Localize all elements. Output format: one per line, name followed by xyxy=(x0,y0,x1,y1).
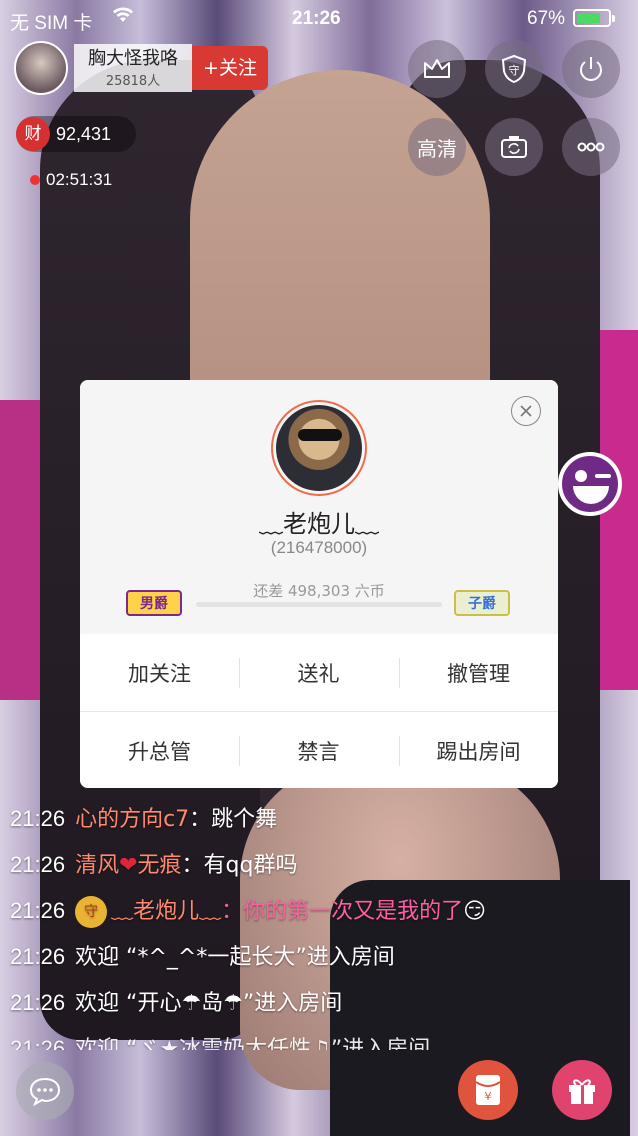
wealth-badge[interactable]: 财 92,431 xyxy=(16,116,136,152)
profile-name: ﹏老炮儿﹏ xyxy=(259,510,379,538)
emoji-icon[interactable] xyxy=(558,452,622,516)
revoke-admin-button[interactable]: 撤管理 xyxy=(399,634,558,711)
chat-text: 欢迎 “*^_^*一起长大”进入房间 xyxy=(75,945,395,970)
level-progress-bar xyxy=(196,602,442,607)
host-name: 胸大怪我咯 xyxy=(88,48,178,69)
chat-message: 21:26 欢迎 “ゞ★冰雪奶太任性♫”进入房间 xyxy=(10,1026,620,1050)
chat-message: 21:26 心的方向c7：跳个舞 xyxy=(10,796,620,842)
chat-icon xyxy=(29,1077,61,1106)
battery-icon xyxy=(573,9,615,27)
power-icon xyxy=(580,57,602,81)
mute-user-button[interactable]: 禁言 xyxy=(239,712,398,788)
wealth-value: 92,431 xyxy=(56,123,112,144)
guard-button[interactable]: 守 xyxy=(485,40,543,98)
chat-message: 21:26 清风❤无痕：有qq群吗 xyxy=(10,842,620,888)
chat-time: 21:26 xyxy=(10,990,66,1015)
red-packet-icon: ¥ xyxy=(475,1075,501,1105)
more-button[interactable] xyxy=(562,118,620,176)
rank-current-badge: 男爵 xyxy=(126,590,182,616)
svg-text:¥: ¥ xyxy=(485,1090,492,1103)
chat-time: 21:26 xyxy=(10,852,66,877)
clock: 21:26 xyxy=(292,8,341,29)
chat-button[interactable] xyxy=(16,1062,74,1120)
live-duration: 02:51:31 xyxy=(46,170,113,189)
wifi-icon xyxy=(112,6,134,29)
divider xyxy=(80,711,558,712)
promote-manager-button[interactable]: 升总管 xyxy=(80,712,239,788)
carrier-label: 无 SIM 卡 xyxy=(10,13,93,34)
more-icon xyxy=(577,142,605,152)
profile-actions: 加关注 送礼 撤管理 升总管 禁言 踢出房间 xyxy=(80,634,558,788)
red-packet-button[interactable]: ¥ xyxy=(458,1060,518,1120)
exit-button[interactable] xyxy=(562,40,620,98)
gift-icon xyxy=(569,1079,595,1104)
chat-text: 跳个舞 xyxy=(211,807,278,832)
guard-badge-icon: 守 xyxy=(75,896,108,928)
rank-next-badge: 子爵 xyxy=(454,590,510,616)
chat-separator: ： xyxy=(189,807,212,832)
host-card[interactable]: 胸大怪我咯 25818人 +关注 xyxy=(14,41,268,95)
crown-button[interactable] xyxy=(408,40,466,98)
chat-text: 你的第一次又是我的了 xyxy=(243,899,464,924)
switch-camera-button[interactable] xyxy=(485,118,543,176)
live-dot-icon xyxy=(30,175,40,185)
host-info[interactable]: 胸大怪我咯 25818人 xyxy=(74,44,192,92)
chat-text: 有qq群吗 xyxy=(203,853,298,878)
chat-time: 21:26 xyxy=(10,806,66,831)
gift-button[interactable] xyxy=(552,1060,612,1120)
quality-button[interactable]: 高清 xyxy=(408,118,466,176)
close-icon xyxy=(520,405,532,417)
host-fans-count: 25818人 xyxy=(105,74,161,89)
profile-avatar xyxy=(271,400,367,496)
smile-icon: 😏 xyxy=(463,899,487,924)
follow-host-button[interactable]: +关注 xyxy=(192,46,268,90)
guard-icon: 守 xyxy=(501,54,527,84)
chat-separator: ： xyxy=(181,853,204,878)
chat-username[interactable]: 清风 xyxy=(75,853,119,878)
user-profile-dialog: ﹏老炮儿﹏ (216478000) 还差 498,303 六币 男爵 子爵 加关… xyxy=(80,380,558,788)
host-avatar[interactable] xyxy=(14,41,68,95)
heart-icon: ❤ xyxy=(119,853,138,878)
chat-username[interactable]: ﹏老炮儿﹏ xyxy=(111,899,221,924)
chat-message: 21:26 守 ﹏老炮儿﹏：你的第一次又是我的了😏 xyxy=(10,888,620,934)
wealth-icon: 财 xyxy=(16,117,50,151)
crown-icon xyxy=(424,59,450,78)
chat-separator: ： xyxy=(221,899,244,924)
chat-username-suffix[interactable]: 无痕 xyxy=(138,853,182,878)
chat-time: 21:26 xyxy=(10,898,66,923)
divider xyxy=(239,658,240,688)
send-gift-button[interactable]: 送礼 xyxy=(239,634,398,711)
divider xyxy=(239,736,240,766)
chat-text: 欢迎 “开心☂岛☂”进入房间 xyxy=(75,991,343,1016)
follow-user-button[interactable]: 加关注 xyxy=(80,634,239,711)
divider xyxy=(399,736,400,766)
chat-text: 欢迎 “ゞ★冰雪奶太任性♫”进入房间 xyxy=(75,1037,431,1050)
chat-username[interactable]: 心的方向c7 xyxy=(75,807,189,832)
close-button[interactable] xyxy=(511,396,541,426)
divider xyxy=(399,658,400,688)
profile-id: (216478000) xyxy=(270,538,368,557)
kick-user-button[interactable]: 踢出房间 xyxy=(399,712,558,788)
svg-text:守: 守 xyxy=(509,63,520,77)
chat-list: 21:26 心的方向c7：跳个舞 21:26 清风❤无痕：有qq群吗 21:26 守 ﹏… xyxy=(10,796,620,1050)
live-timer: 02:51:31 xyxy=(30,170,112,190)
status-bar: 无 SIM 卡 21:26 67% xyxy=(0,0,638,36)
chat-message: 21:26 欢迎 “*^_^*一起长大”进入房间 xyxy=(10,934,620,980)
chat-time: 21:26 xyxy=(10,1036,66,1050)
battery-percent: 67% xyxy=(527,8,566,29)
chat-time: 21:26 xyxy=(10,944,66,969)
chat-message: 21:26 欢迎 “开心☂岛☂”进入房间 xyxy=(10,980,620,1026)
camera-switch-icon xyxy=(501,136,527,158)
